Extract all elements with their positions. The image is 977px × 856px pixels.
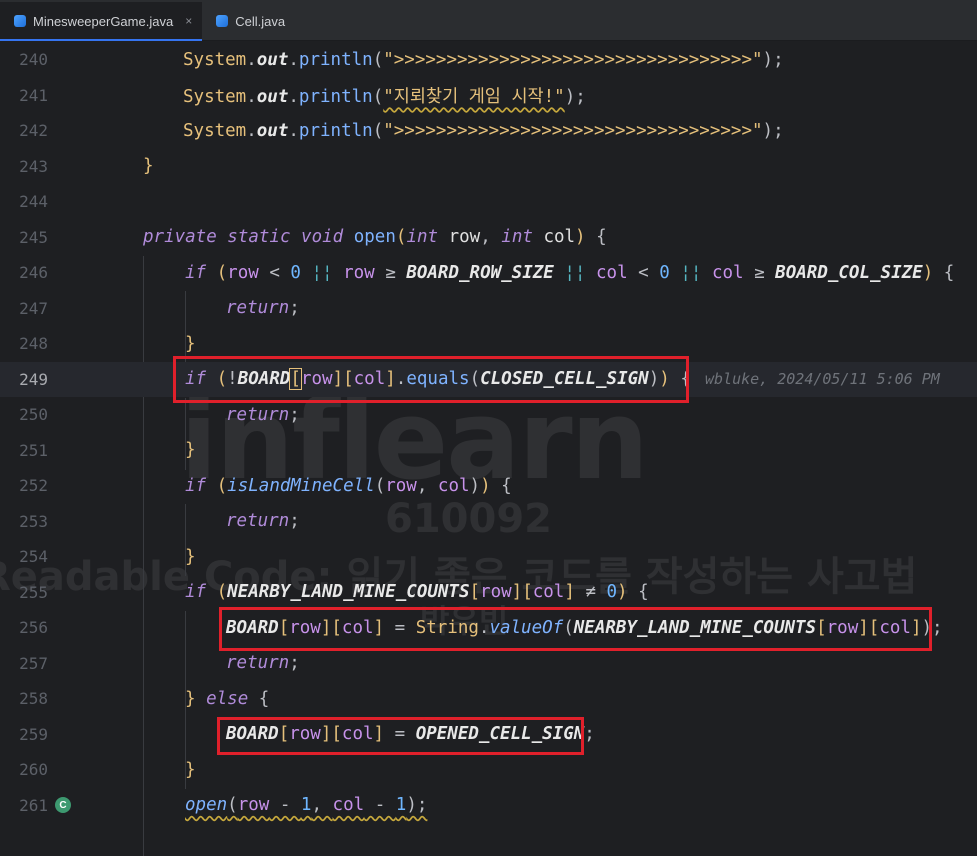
code-token: int	[501, 227, 533, 248]
git-blame-inlay[interactable]: wbluke, 2024/05/11 5:06 PM	[705, 370, 940, 388]
code-token: 1	[300, 795, 312, 816]
code-token: 0	[659, 262, 670, 283]
line-number: 248	[19, 334, 48, 354]
code-line: 254 }	[0, 539, 977, 575]
line-number: 243	[19, 156, 48, 176]
code-token: BOARD_COL_SIZE	[775, 262, 923, 283]
line-number: 246	[19, 263, 48, 283]
highlight-box-line-256	[219, 607, 932, 651]
highlight-box-line-249	[173, 356, 689, 403]
code-line: 242 System.out.println(">>>>>>>>>>>>>>>>…	[0, 113, 977, 149]
code-token: private static void	[143, 227, 344, 248]
code-token: col	[596, 262, 628, 283]
code-token: println	[298, 86, 373, 107]
code-line: 252 if (isLandMineCell(row, col)) {	[0, 468, 977, 504]
code-token: ">>>>>>>>>>>>>>>>>>>>>>>>>>>>>>>>>>"	[383, 120, 763, 141]
tab-label: Cell.java	[235, 13, 286, 29]
code-token: col	[711, 262, 744, 283]
tab-minesweeper-game[interactable]: MinesweeperGame.java ×	[0, 2, 203, 41]
code-token: if	[185, 475, 207, 496]
code-line: 246 if (row < 0 ¦¦ row ≥ BOARD_ROW_SIZE …	[0, 255, 977, 291]
line-number: 260	[19, 760, 48, 780]
code-token: isLandMineCell	[227, 475, 375, 496]
java-file-icon	[216, 15, 229, 27]
line-number: 244	[19, 192, 48, 212]
code-token: col	[543, 227, 576, 248]
line-number: 240	[19, 50, 48, 70]
code-line: 253 return;	[0, 504, 977, 540]
code-token: BOARD_ROW_SIZE	[406, 262, 554, 283]
code-token: 0	[606, 582, 618, 603]
line-number: 254	[19, 547, 48, 567]
code-token: else	[206, 688, 249, 709]
code-token: return	[226, 653, 290, 674]
code-line: 243 }	[0, 149, 977, 185]
code-token: if	[185, 582, 207, 603]
line-number: 253	[19, 511, 48, 531]
code-token: col	[532, 582, 565, 603]
line-number: 256	[19, 618, 48, 638]
code-token: int	[406, 227, 439, 248]
line-number: 255	[19, 582, 48, 602]
code-token: return	[226, 298, 290, 319]
code-line: 241 System.out.println("지뢰찾기 게임 시작!");	[0, 78, 977, 114]
editor-tab-bar: MinesweeperGame.java × Cell.java	[0, 0, 977, 41]
code-token: System	[183, 120, 247, 141]
code-token: 1	[395, 795, 407, 816]
code-token: println	[298, 120, 373, 141]
code-line: 255 if (NEARBY_LAND_MINE_COUNTS[row][col…	[0, 575, 977, 611]
java-file-icon	[14, 15, 26, 27]
code-token: System	[183, 86, 247, 107]
close-icon[interactable]: ×	[185, 14, 192, 28]
code-line: 261 C open(row - 1, col - 1);	[0, 788, 977, 824]
code-line: 240 System.out.println(">>>>>>>>>>>>>>>>…	[0, 42, 977, 78]
code-token: ">>>>>>>>>>>>>>>>>>>>>>>>>>>>>>>>>>"	[383, 49, 763, 70]
code-line: 251 }	[0, 433, 977, 469]
line-number: 249	[19, 369, 48, 389]
line-number: 252	[19, 476, 48, 496]
line-number: 250	[19, 405, 48, 425]
tab-cell[interactable]: Cell.java	[202, 2, 295, 40]
code-token: out	[256, 120, 289, 141]
line-number: 258	[19, 689, 48, 709]
code-token: 0	[290, 262, 301, 283]
line-number: 241	[19, 85, 48, 105]
line-number: 242	[19, 121, 48, 141]
code-token: col	[332, 795, 365, 816]
code-line: 244	[0, 184, 977, 220]
code-line: 247 return;	[0, 291, 977, 327]
code-line: 258 } else {	[0, 681, 977, 717]
line-number: 259	[19, 724, 48, 744]
line-number: 257	[19, 653, 48, 673]
code-token: row	[448, 227, 481, 248]
code-token: out	[256, 86, 289, 107]
code-token: out	[256, 49, 289, 70]
code-line: 260 }	[0, 752, 977, 788]
code-token: return	[226, 511, 290, 532]
code-token: if	[185, 262, 207, 283]
line-number: 245	[19, 227, 48, 247]
line-number: 251	[19, 440, 48, 460]
code-token: row	[227, 262, 259, 283]
code-token: println	[298, 49, 373, 70]
code-token: System	[183, 49, 247, 70]
code-token: NEARBY_LAND_MINE_COUNTS	[227, 582, 470, 603]
code-token: open	[353, 227, 396, 248]
code-token: open	[185, 795, 228, 816]
code-token: row	[237, 795, 270, 816]
code-editor[interactable]: inflearn 610092 Readable Code: 읽기 좋은 코드를…	[0, 41, 977, 856]
highlight-box-line-259	[217, 717, 584, 755]
code-token: col	[437, 475, 470, 496]
code-token: row	[343, 262, 375, 283]
code-token: row	[385, 475, 417, 496]
line-number: 261	[19, 795, 48, 815]
code-token: row	[480, 582, 512, 603]
code-token: return	[226, 404, 290, 425]
recursive-call-gutter-icon[interactable]: C	[55, 797, 71, 814]
code-line: 245 private static void open(int row, in…	[0, 220, 977, 256]
code-token: "지뢰찾기 게임 시작!"	[383, 86, 565, 107]
line-number: 247	[19, 298, 48, 318]
tab-label: MinesweeperGame.java	[33, 13, 174, 29]
